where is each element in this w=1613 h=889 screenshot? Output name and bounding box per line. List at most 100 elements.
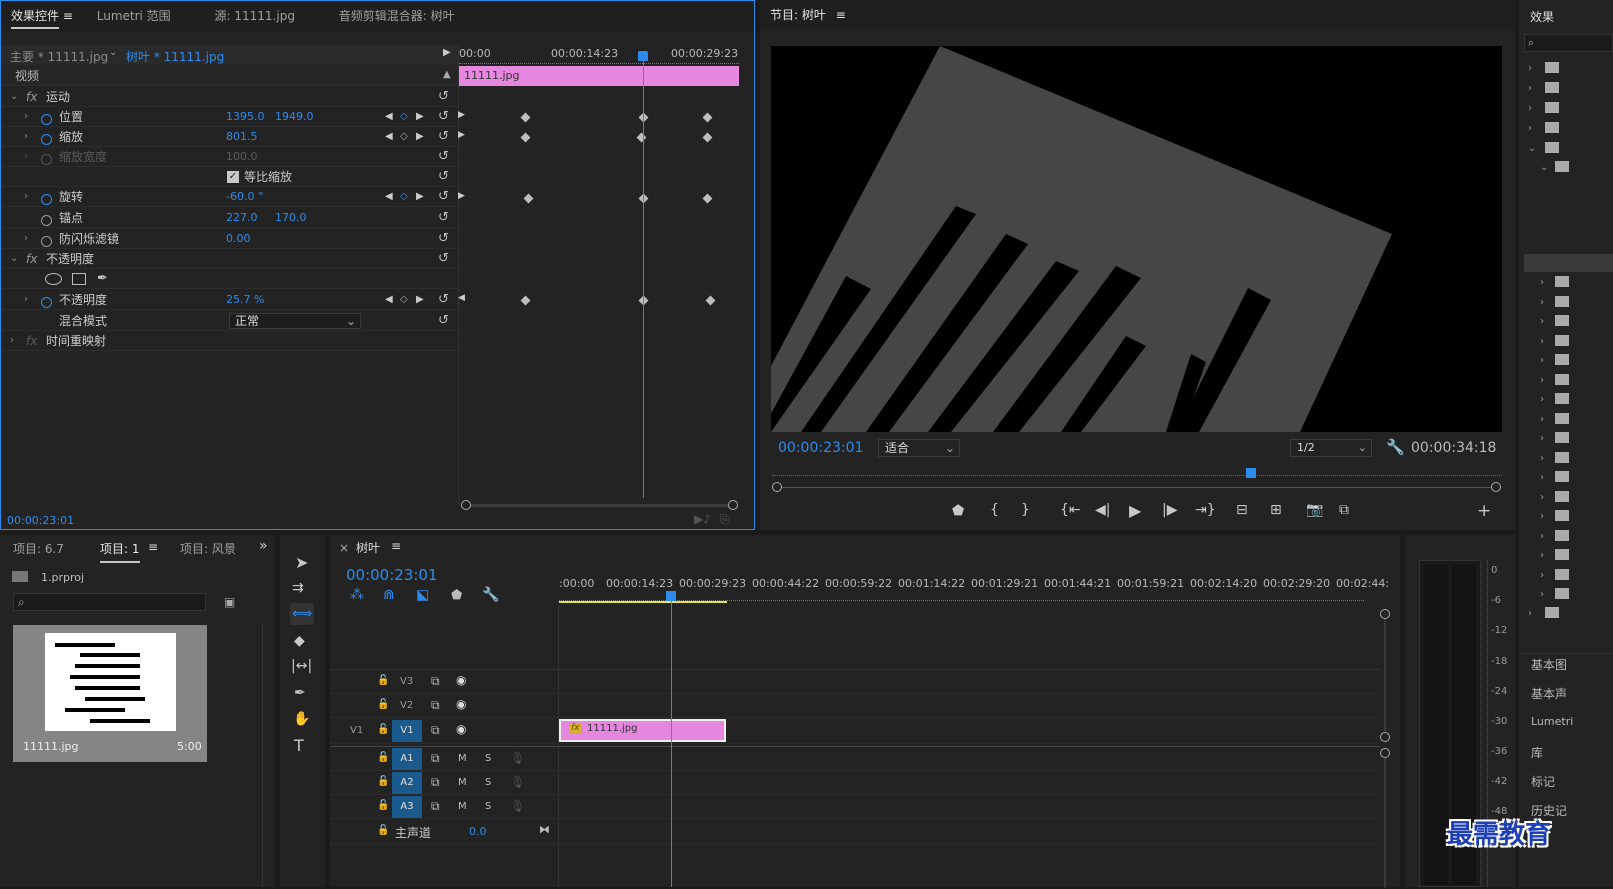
prev-keyframe-icon[interactable]: ◀ bbox=[385, 107, 393, 127]
track-a1[interactable]: 🔓 A1 ⧉ M S 🎙 bbox=[330, 747, 1380, 771]
step-back-icon[interactable]: ◀| bbox=[1095, 502, 1110, 518]
video-preview[interactable] bbox=[771, 46, 1502, 432]
tab-project-67[interactable]: 项目: 6.7 bbox=[13, 540, 64, 557]
track-target-v1[interactable]: V1 bbox=[392, 720, 422, 742]
track-target-a3[interactable]: A3 bbox=[392, 796, 422, 818]
effect-controls-timecode[interactable]: 00:00:23:01 bbox=[7, 514, 74, 527]
sync-lock-icon[interactable]: ⧉ bbox=[431, 775, 440, 790]
panel-menu-icon[interactable]: ≡ bbox=[836, 8, 846, 22]
rectangle-mask-icon[interactable] bbox=[72, 273, 86, 285]
sync-lock-icon[interactable]: ⧉ bbox=[431, 723, 440, 738]
time-remap-row[interactable]: › fx 时间重映射 bbox=[1, 331, 458, 351]
microphone-icon[interactable]: 🎙 bbox=[510, 775, 525, 789]
next-keyframe-icon[interactable]: ▶ bbox=[416, 127, 424, 147]
solo-button[interactable]: S bbox=[485, 777, 491, 788]
lock-icon[interactable]: 🔓 bbox=[377, 776, 389, 787]
track-target-a2[interactable]: A2 bbox=[392, 772, 422, 794]
tab-audio-mixer[interactable]: 音频剪辑混合器: 树叶 bbox=[329, 1, 465, 31]
expand-icon[interactable]: › bbox=[24, 107, 28, 127]
tab-effect-controls[interactable]: 效果控件 ≡ bbox=[1, 1, 83, 31]
timeline-timecode[interactable]: 00:00:23:01 bbox=[346, 566, 438, 584]
next-keyframe-icon[interactable]: ▶ bbox=[416, 107, 424, 127]
mute-button[interactable]: M bbox=[458, 801, 467, 812]
solo-button[interactable]: S bbox=[485, 801, 491, 812]
playhead-handle[interactable] bbox=[1246, 468, 1256, 478]
track-a2[interactable]: 🔓 A2 ⧉ M S 🎙 bbox=[330, 771, 1380, 795]
go-to-in-icon[interactable]: {⇤ bbox=[1060, 502, 1081, 518]
reset-icon[interactable]: ↺ bbox=[438, 290, 449, 310]
clip-bar[interactable]: 11111.jpg bbox=[459, 66, 739, 86]
prev-keyframe-icon[interactable]: ◀ bbox=[385, 290, 393, 310]
nest-icon[interactable]: ⁂ bbox=[350, 587, 364, 603]
lift-icon[interactable]: ⊟ bbox=[1236, 502, 1248, 518]
uniform-scale-checkbox[interactable]: ✓ bbox=[227, 171, 239, 183]
wrench-icon[interactable]: 🔧 bbox=[1386, 438, 1405, 456]
tab-project-1[interactable]: 项目: 1 bbox=[100, 540, 140, 563]
master-track[interactable]: 🔓 主声道 0.0 ⧓ bbox=[330, 819, 1380, 845]
panel-lumetri[interactable]: Lumetri bbox=[1531, 715, 1573, 728]
mark-out-icon[interactable]: } bbox=[1021, 502, 1030, 518]
wrench-icon[interactable]: 🔧 bbox=[482, 587, 499, 603]
reset-icon[interactable]: ↺ bbox=[438, 249, 449, 269]
lock-icon[interactable]: 🔓 bbox=[377, 699, 389, 710]
slip-tool-icon[interactable]: |↔| bbox=[291, 658, 312, 674]
expand-icon[interactable]: ⌄ bbox=[10, 249, 18, 269]
effects-search[interactable]: ⌕ bbox=[1524, 34, 1613, 52]
scale-value[interactable]: 801.5 bbox=[226, 127, 258, 147]
play-icon[interactable]: ▶ bbox=[1129, 501, 1141, 520]
reset-icon[interactable]: ↺ bbox=[438, 187, 449, 207]
track-v3[interactable]: 🔓 V3 ⧉ ◉ bbox=[330, 670, 1380, 694]
vertical-scrollbar[interactable] bbox=[1380, 609, 1390, 889]
razor-tool-icon[interactable]: ◆ bbox=[294, 633, 305, 649]
compare-icon[interactable]: ⧉ bbox=[1339, 502, 1349, 518]
add-marker-icon[interactable]: ⬟ bbox=[451, 588, 462, 603]
mini-ruler[interactable]: 00:00 00:00:14:23 00:00:29:23 bbox=[459, 45, 739, 65]
expand-icon[interactable]: › bbox=[10, 331, 14, 351]
keyframe[interactable] bbox=[636, 132, 647, 143]
panel-libraries[interactable]: 库 bbox=[1531, 744, 1543, 761]
solo-button[interactable]: S bbox=[485, 753, 491, 764]
timeline-ruler[interactable]: :00:00 00:00:14:23 00:00:29:23 00:00:44:… bbox=[559, 575, 1389, 605]
add-keyframe-icon[interactable]: ◇ bbox=[400, 290, 408, 310]
lock-icon[interactable]: 🔓 bbox=[377, 675, 389, 686]
extract-icon[interactable]: ⊞ bbox=[1270, 502, 1282, 518]
anchor-y-value[interactable]: 170.0 bbox=[275, 208, 307, 228]
reset-icon[interactable]: ↺ bbox=[438, 127, 449, 147]
linked-selection-icon[interactable]: ⬕ bbox=[416, 587, 429, 603]
prev-keyframe-icon[interactable]: ◀ bbox=[385, 187, 393, 207]
scrub-bar[interactable] bbox=[772, 466, 1502, 494]
tab-program[interactable]: 节目: 树叶 ≡ bbox=[760, 0, 856, 30]
expand-icon[interactable]: ⌄ bbox=[10, 87, 18, 107]
program-timecode[interactable]: 00:00:23:01 bbox=[778, 440, 863, 456]
panel-essential-graphics[interactable]: 基本图 bbox=[1531, 656, 1567, 673]
panel-menu-icon[interactable]: ≡ bbox=[63, 9, 73, 23]
panel-essential-sound[interactable]: 基本声 bbox=[1531, 685, 1567, 702]
tab-lumetri-scopes[interactable]: Lumetri 范围 bbox=[87, 1, 181, 31]
keyframe[interactable] bbox=[702, 112, 713, 123]
keyframe[interactable] bbox=[520, 295, 531, 306]
pen-mask-icon[interactable]: ✒ bbox=[97, 269, 108, 289]
audio-only-icon[interactable]: ▶♪ bbox=[694, 512, 711, 526]
step-forward-icon[interactable]: |▶ bbox=[1162, 502, 1177, 518]
zoom-level-select[interactable]: 适合 ⌄ bbox=[878, 439, 960, 457]
microphone-icon[interactable]: 🎙 bbox=[510, 799, 525, 813]
more-tabs-icon[interactable]: » bbox=[259, 538, 268, 554]
timeline-clip[interactable]: fx 11111.jpg bbox=[559, 719, 726, 742]
effects-title[interactable]: 效果 bbox=[1530, 8, 1554, 25]
tab-source[interactable]: 源: 11111.jpg bbox=[205, 1, 305, 31]
collapse-icon[interactable]: ▲ bbox=[443, 65, 451, 85]
position-y-value[interactable]: 1949.0 bbox=[275, 107, 314, 127]
close-icon[interactable]: × bbox=[339, 541, 349, 555]
tab-project-landscape[interactable]: 项目: 风景 bbox=[180, 540, 236, 557]
lock-icon[interactable]: 🔓 bbox=[377, 825, 389, 836]
keyframe[interactable] bbox=[520, 112, 531, 123]
anchor-x-value[interactable]: 227.0 bbox=[226, 208, 258, 228]
mute-button[interactable]: M bbox=[458, 753, 467, 764]
keyframe[interactable] bbox=[702, 193, 713, 204]
reset-icon[interactable]: ↺ bbox=[438, 87, 449, 107]
mute-button[interactable]: M bbox=[458, 777, 467, 788]
master-volume[interactable]: 0.0 bbox=[469, 825, 487, 838]
prev-keyframe-icon[interactable]: ◀ bbox=[385, 127, 393, 147]
microphone-icon[interactable]: 🎙 bbox=[510, 751, 525, 765]
export-icon[interactable]: ⎘ bbox=[720, 512, 730, 527]
